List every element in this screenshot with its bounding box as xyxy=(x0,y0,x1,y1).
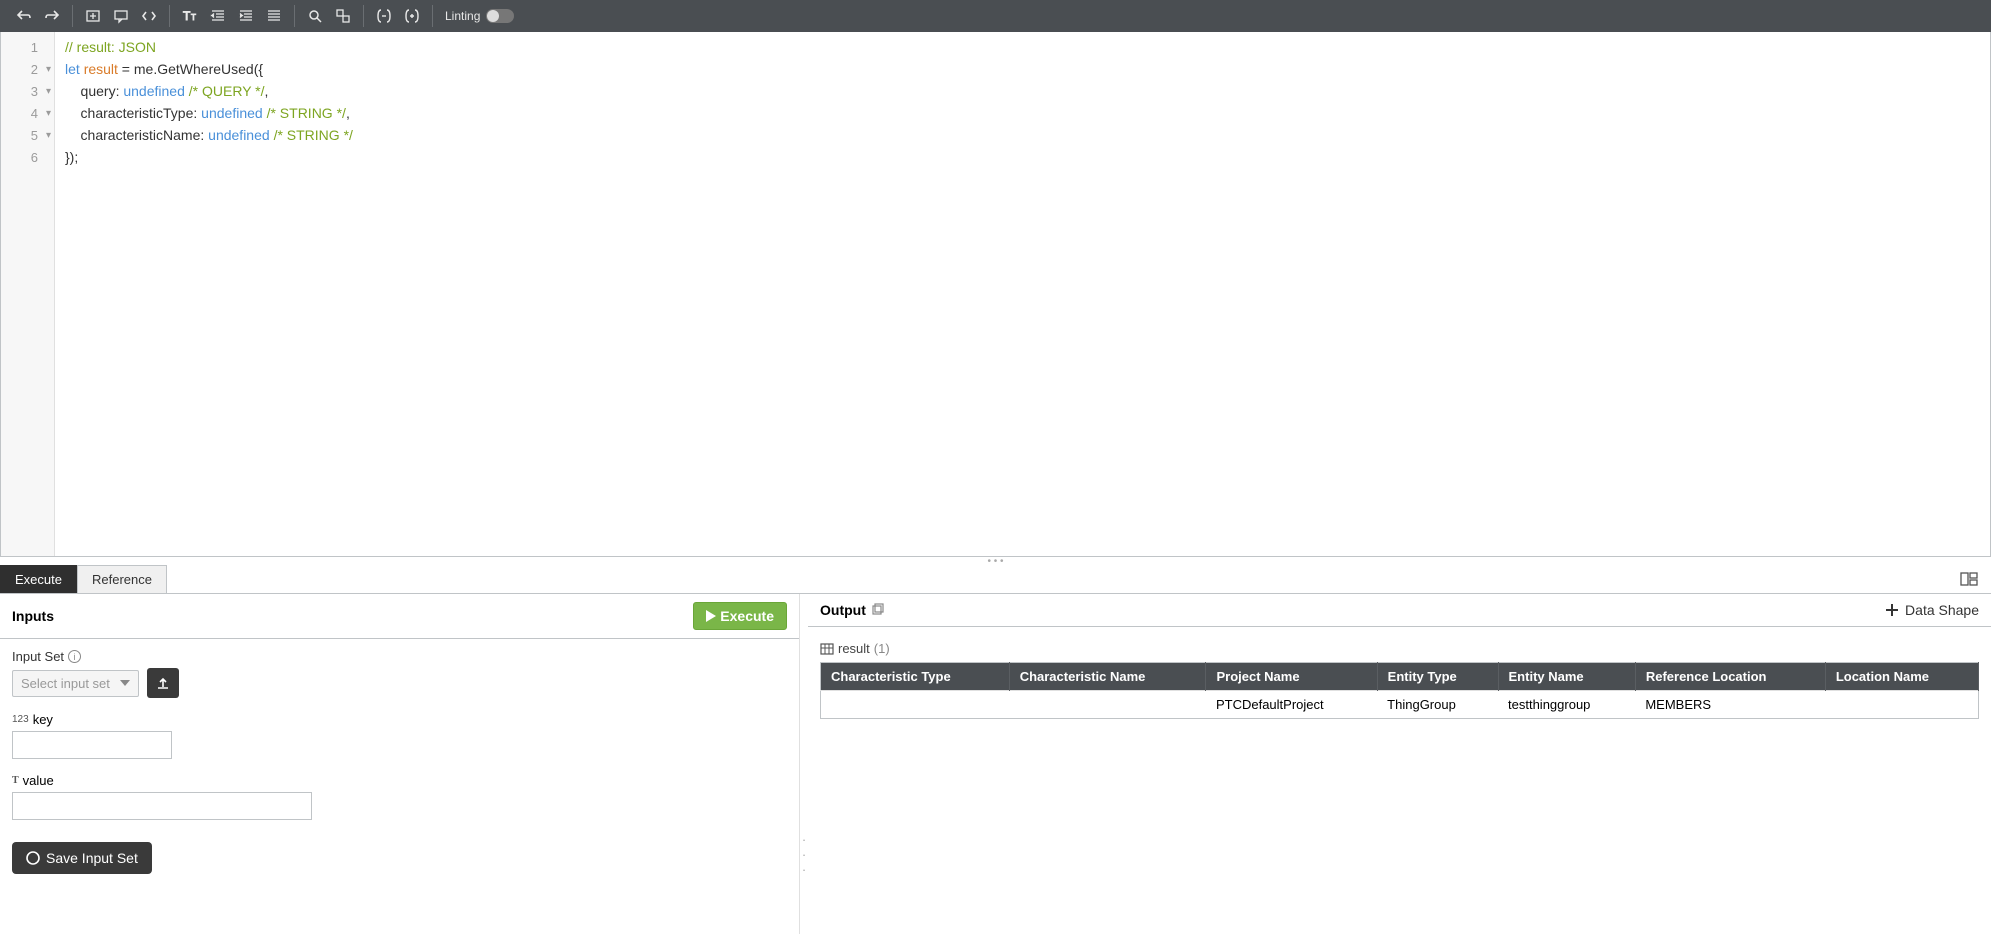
vertical-splitter[interactable]: ··· xyxy=(800,594,808,934)
column-header[interactable]: Entity Name xyxy=(1498,663,1635,691)
column-header[interactable]: Entity Type xyxy=(1377,663,1498,691)
layout-toggle-icon[interactable] xyxy=(1959,569,1979,589)
inputs-title: Inputs xyxy=(12,608,54,624)
tabs-row: Execute Reference xyxy=(0,565,1991,594)
value-type-prefix: T xyxy=(12,775,19,786)
value-field-label: value xyxy=(23,773,54,788)
gutter-line: 2▾ xyxy=(1,58,54,80)
code-editor[interactable]: 12▾3▾4▾5▾6 // result: JSONlet result = m… xyxy=(0,32,1991,557)
popout-icon[interactable] xyxy=(872,603,884,618)
svg-text:T: T xyxy=(191,13,196,22)
fold-caret-icon[interactable]: ▾ xyxy=(46,108,51,119)
code-line[interactable]: query: undefined /* QUERY */, xyxy=(65,80,1980,102)
comment-button[interactable] xyxy=(109,4,133,28)
redo-button[interactable] xyxy=(40,4,64,28)
table-cell: ThingGroup xyxy=(1377,691,1498,719)
table-body: PTCDefaultProjectThingGrouptestthinggrou… xyxy=(821,691,1979,719)
key-type-prefix: 123 xyxy=(12,714,29,725)
gutter-line: 5▾ xyxy=(1,124,54,146)
table-cell xyxy=(1825,691,1978,719)
save-input-set-label: Save Input Set xyxy=(46,850,138,866)
key-field-label: key xyxy=(33,712,53,727)
table-cell: PTCDefaultProject xyxy=(1206,691,1377,719)
justify-button[interactable] xyxy=(262,4,286,28)
info-icon[interactable]: i xyxy=(68,650,81,663)
column-header[interactable]: Project Name xyxy=(1206,663,1377,691)
code-line[interactable]: characteristicName: undefined /* STRING … xyxy=(65,124,1980,146)
result-label: result xyxy=(838,641,870,656)
gutter-line: 3▾ xyxy=(1,80,54,102)
linting-toggle[interactable] xyxy=(486,9,514,23)
select-input-set-placeholder: Select input set xyxy=(21,676,110,691)
data-shape-button[interactable]: Data Shape xyxy=(1885,602,1979,618)
save-input-set-button[interactable]: Save Input Set xyxy=(12,842,152,874)
fold-caret-icon[interactable]: ▾ xyxy=(46,86,51,97)
code-line[interactable]: }); xyxy=(65,146,1980,168)
unfold-button[interactable] xyxy=(400,4,424,28)
svg-text:T: T xyxy=(183,9,191,23)
search-button[interactable] xyxy=(303,4,327,28)
table-cell xyxy=(1009,691,1206,719)
fold-caret-icon[interactable]: ▾ xyxy=(46,130,51,141)
output-panel: Output Data Shape result (1) Characteris… xyxy=(808,594,1991,934)
replace-button[interactable] xyxy=(331,4,355,28)
output-title: Output xyxy=(820,602,866,618)
result-count: (1) xyxy=(874,641,890,656)
gutter-line: 6 xyxy=(1,146,54,168)
execute-button[interactable]: Execute xyxy=(693,602,787,630)
table-header-row: Characteristic TypeCharacteristic NamePr… xyxy=(821,663,1979,691)
fold-button[interactable] xyxy=(372,4,396,28)
fold-caret-icon[interactable]: ▾ xyxy=(46,64,51,75)
table-cell: MEMBERS xyxy=(1635,691,1825,719)
column-header[interactable]: Characteristic Name xyxy=(1009,663,1206,691)
column-header[interactable]: Location Name xyxy=(1825,663,1978,691)
table-cell xyxy=(821,691,1010,719)
tab-reference[interactable]: Reference xyxy=(77,565,167,593)
value-input[interactable] xyxy=(12,792,312,820)
editor-toolbar: TT Linting xyxy=(0,0,1991,32)
input-set-label: Input Set xyxy=(12,649,64,664)
result-table: Characteristic TypeCharacteristic NamePr… xyxy=(820,662,1979,719)
code-button[interactable] xyxy=(137,4,161,28)
indent-left-button[interactable] xyxy=(206,4,230,28)
undo-button[interactable] xyxy=(12,4,36,28)
tab-execute[interactable]: Execute xyxy=(0,565,77,593)
table-row[interactable]: PTCDefaultProjectThingGrouptestthinggrou… xyxy=(821,691,1979,719)
font-size-button[interactable]: TT xyxy=(178,4,202,28)
column-header[interactable]: Reference Location xyxy=(1635,663,1825,691)
gutter-line: 4▾ xyxy=(1,102,54,124)
upload-input-set-button[interactable] xyxy=(147,668,179,698)
table-cell: testthinggroup xyxy=(1498,691,1635,719)
horizontal-splitter[interactable]: • • • xyxy=(0,557,1991,565)
code-line[interactable]: // result: JSON xyxy=(65,36,1980,58)
column-header[interactable]: Characteristic Type xyxy=(821,663,1010,691)
gutter-line: 1 xyxy=(1,36,54,58)
gutter: 12▾3▾4▾5▾6 xyxy=(1,32,55,556)
execute-button-label: Execute xyxy=(720,608,774,624)
inputs-panel: Inputs Execute Input Set i Select input … xyxy=(0,594,800,934)
code-line[interactable]: characteristicType: undefined /* STRING … xyxy=(65,102,1980,124)
add-snippet-button[interactable] xyxy=(81,4,105,28)
code-area[interactable]: // result: JSONlet result = me.GetWhereU… xyxy=(55,32,1990,556)
table-icon xyxy=(820,642,834,656)
select-input-set-dropdown[interactable]: Select input set xyxy=(12,670,139,697)
key-input[interactable] xyxy=(12,731,172,759)
indent-right-button[interactable] xyxy=(234,4,258,28)
linting-label: Linting xyxy=(445,9,480,23)
data-shape-label: Data Shape xyxy=(1905,602,1979,618)
code-line[interactable]: let result = me.GetWhereUsed({ xyxy=(65,58,1980,80)
